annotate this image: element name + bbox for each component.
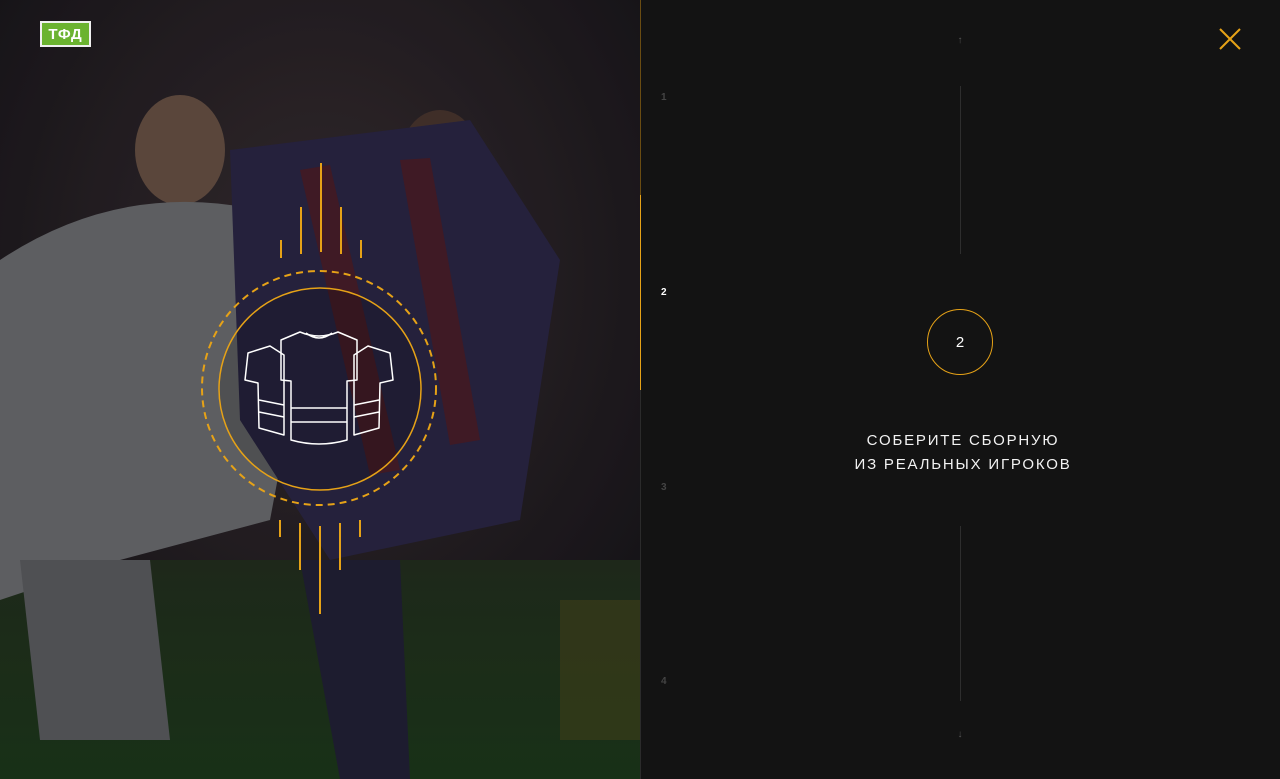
arrow-up-icon[interactable]: ↑ <box>952 36 968 46</box>
current-step-badge: 2 <box>927 309 993 375</box>
progress-indicator <box>640 194 641 390</box>
step-panel: 1 2 3 4 ↑ 2 СОБЕРИТЕ СБОРНУЮ ИЗ РЕАЛЬНЫХ… <box>640 0 1280 779</box>
jersey-emblem <box>201 163 437 614</box>
progress-fill <box>640 0 641 195</box>
step-1-link[interactable]: 1 <box>661 92 667 103</box>
timeline-line-top <box>960 86 961 254</box>
step-4-link[interactable]: 4 <box>661 676 667 687</box>
step-caption-line-1: СОБЕРИТЕ СБОРНУЮ <box>866 432 1060 449</box>
logo-text: ТФД <box>48 25 83 43</box>
app-logo[interactable]: ТФД <box>40 21 91 47</box>
hero-photo-panel: ТФД <box>0 0 640 779</box>
timeline-line-bottom <box>960 526 961 701</box>
step-2-link[interactable]: 2 <box>661 287 667 298</box>
arrow-down-icon[interactable]: ↓ <box>952 730 968 740</box>
step-caption: СОБЕРИТЕ СБОРНУЮ ИЗ РЕАЛЬНЫХ ИГРОКОВ <box>810 429 1116 477</box>
step-3-link[interactable]: 3 <box>661 482 667 493</box>
close-icon[interactable] <box>1218 27 1242 51</box>
step-caption-line-2: ИЗ РЕАЛЬНЫХ ИГРОКОВ <box>854 456 1072 473</box>
